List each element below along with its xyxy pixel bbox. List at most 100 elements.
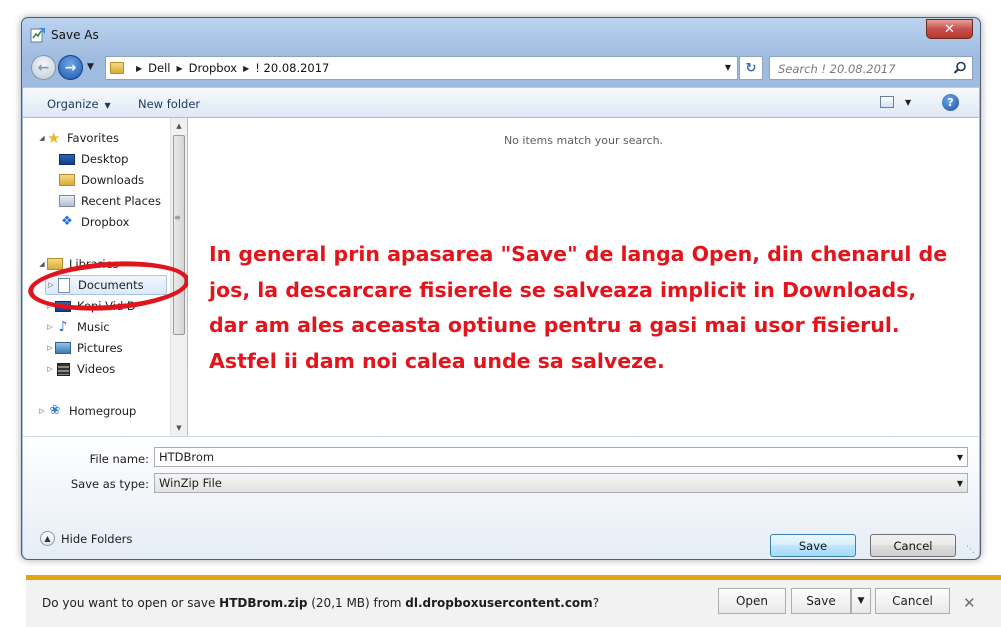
save-button[interactable]: Save (770, 534, 856, 557)
scroll-up-icon[interactable]: ▲ (171, 118, 187, 134)
cancel-button[interactable]: Cancel (870, 534, 956, 557)
expand-arrow-icon[interactable]: ▷ (45, 344, 55, 352)
downloads-folder-icon (59, 174, 75, 186)
star-icon: ★ (47, 129, 61, 147)
sidebar-item-recent-places[interactable]: Recent Places (59, 191, 161, 211)
forward-button[interactable]: → (58, 55, 83, 80)
prompt-suffix: ? (592, 596, 600, 610)
breadcrumb-dropbox[interactable]: Dropbox (189, 61, 237, 75)
prompt-source: dl.dropboxusercontent.com (405, 596, 593, 610)
arrow-right-icon: → (64, 59, 77, 76)
sidebar-item-label: Desktop (81, 152, 129, 166)
sidebar-item-label: Pictures (77, 341, 123, 355)
sidebar-item-label: Videos (77, 362, 116, 376)
homegroup-icon: ❀ (49, 403, 61, 418)
sidebar-item-favorites[interactable]: ◢ ★ Favorites (37, 128, 119, 148)
folder-icon (110, 62, 124, 74)
chevron-right-icon[interactable]: ▶ (176, 64, 182, 73)
new-folder-button[interactable]: New folder (138, 97, 200, 111)
title-bar[interactable]: Save As ✕ (22, 18, 980, 48)
chevron-down-icon[interactable]: ▼ (957, 479, 963, 488)
sidebar-item-label: Favorites (67, 131, 119, 145)
sidebar-item-homegroup[interactable]: ▷ ❀ Homegroup (37, 401, 136, 421)
expand-arrow-icon[interactable]: ◢ (37, 134, 47, 142)
sidebar-item-label: Dropbox (81, 215, 130, 229)
save-as-dialog: Save As ✕ ← → ▼ ▶ Dell ▶ Dropbox ▶ ! 20.… (21, 17, 981, 560)
close-icon[interactable]: ✕ (963, 594, 976, 612)
close-button[interactable]: ✕ (926, 19, 973, 39)
scrollbar-thumb[interactable] (173, 135, 185, 335)
music-icon: ♪ (58, 319, 68, 335)
breadcrumb-current-folder[interactable]: ! 20.08.2017 (255, 61, 329, 75)
sidebar-item-label: Downloads (81, 173, 145, 187)
chevron-down-icon: ▼ (857, 596, 865, 606)
recent-locations-dropdown[interactable]: ▼ (87, 62, 94, 72)
save-options-area: File name: HTDBrom ▼ Save as type: WinZi… (23, 436, 979, 559)
prompt-file-name: HTDBrom.zip (219, 596, 308, 610)
expand-arrow-icon[interactable]: ▷ (45, 323, 55, 331)
address-bar[interactable]: ▶ Dell ▶ Dropbox ▶ ! 20.08.2017 ▼ (105, 56, 738, 80)
sidebar-item-desktop[interactable]: Desktop (59, 149, 128, 169)
download-prompt: Do you want to open or save HTDBrom.zip … (42, 596, 599, 610)
command-toolbar: Organize ▼ New folder ▼ ? (23, 87, 979, 118)
refresh-icon: ↻ (745, 60, 757, 76)
help-icon[interactable]: ? (942, 94, 959, 111)
pictures-icon (55, 342, 71, 354)
search-input[interactable]: Search ! 20.08.2017 (769, 56, 973, 80)
organize-menu[interactable]: Organize ▼ (47, 97, 111, 111)
chevron-up-icon: ▲ (40, 531, 55, 546)
file-list-pane[interactable]: No items match your search. In general p… (188, 118, 979, 436)
dropbox-icon: ❖ (61, 214, 73, 229)
save-as-type-select[interactable]: WinZip File ▼ (154, 473, 968, 493)
save-options-dropdown[interactable]: ▼ (851, 588, 871, 614)
save-as-type-label: Save as type: (70, 477, 149, 491)
save-as-icon (30, 28, 45, 43)
sidebar-item-label: Homegroup (69, 404, 137, 418)
change-view-icon[interactable] (880, 96, 894, 108)
arrow-left-icon: ← (37, 59, 50, 76)
grip-icon: ≡ (174, 213, 181, 222)
resize-grip-icon[interactable]: ⋱ (966, 545, 975, 555)
desktop-icon (59, 153, 75, 165)
breadcrumb-dell[interactable]: Dell (148, 61, 170, 75)
file-name-value: HTDBrom (159, 450, 215, 464)
cancel-download-button[interactable]: Cancel (875, 588, 950, 614)
sidebar-item-pictures[interactable]: ▷ Pictures (45, 338, 123, 358)
annotation-text: In general prin apasarea "Save" de langa… (209, 242, 948, 373)
sidebar-item-label: Recent Places (81, 194, 161, 208)
file-name-field[interactable]: HTDBrom ▼ (154, 447, 968, 467)
open-download-button[interactable]: Open (718, 588, 786, 614)
hide-folders-button[interactable]: ▲ Hide Folders (40, 531, 132, 546)
recent-places-icon (59, 195, 75, 207)
chevron-down-icon[interactable]: ▼ (905, 98, 911, 107)
expand-arrow-icon[interactable]: ▷ (37, 407, 47, 415)
save-as-type-value: WinZip File (159, 476, 222, 490)
file-name-label: File name: (89, 452, 149, 466)
chevron-right-icon[interactable]: ▶ (243, 64, 249, 73)
back-button[interactable]: ← (31, 55, 56, 80)
chevron-down-icon: ▼ (104, 101, 111, 110)
prompt-file-size: (20,1 MB) from (307, 596, 406, 610)
search-icon[interactable] (953, 61, 967, 75)
hide-folders-label: Hide Folders (61, 531, 133, 546)
sidebar-item-music[interactable]: ▷ ♪ Music (45, 317, 110, 337)
scroll-down-icon[interactable]: ▼ (171, 420, 187, 436)
save-download-button[interactable]: Save (791, 588, 851, 614)
sidebar-item-label: Music (77, 320, 110, 334)
search-placeholder: Search ! 20.08.2017 (778, 62, 896, 76)
prompt-prefix: Do you want to open or save (42, 596, 220, 610)
empty-message: No items match your search. (503, 134, 664, 147)
chevron-down-icon[interactable]: ▼ (725, 63, 731, 72)
sidebar-item-downloads[interactable]: Downloads (59, 170, 144, 190)
download-notification-bar: Do you want to open or save HTDBrom.zip … (26, 575, 1001, 627)
sidebar-item-videos[interactable]: ▷ Videos (45, 359, 115, 379)
sidebar-item-dropbox[interactable]: ❖ Dropbox (59, 212, 129, 232)
window-title: Save As (51, 28, 99, 42)
libraries-icon (47, 258, 63, 270)
refresh-button[interactable]: ↻ (739, 56, 763, 80)
chevron-down-icon[interactable]: ▼ (957, 453, 963, 462)
expand-arrow-icon[interactable]: ◢ (37, 260, 47, 268)
expand-arrow-icon[interactable]: ▷ (45, 365, 55, 373)
organize-label: Organize (47, 97, 99, 111)
chevron-right-icon[interactable]: ▶ (136, 64, 142, 73)
